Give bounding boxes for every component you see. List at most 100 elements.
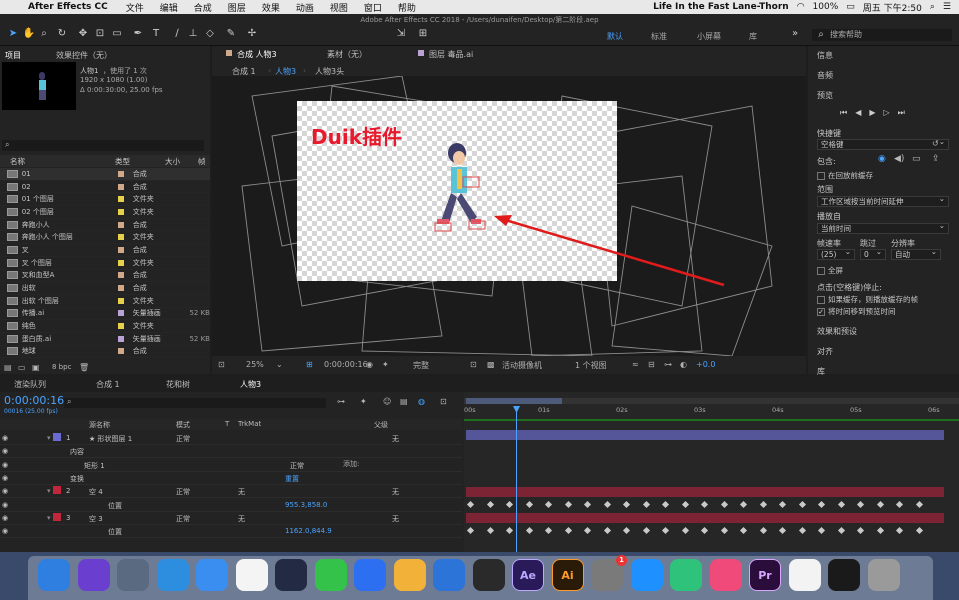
dock-trash-icon[interactable] [867,559,900,591]
motion-blur-icon[interactable]: ◍ [418,397,425,406]
keyframe[interactable] [700,526,709,535]
snapshot-icon[interactable]: ◉ [366,360,373,369]
keyframe[interactable] [798,526,806,535]
timeline-icon[interactable]: ⊟ [648,360,655,369]
expand-arrow-icon[interactable]: ▾ [47,487,51,495]
project-item[interactable]: 02 个图层 文件夹 [0,206,210,219]
dock-launchpad-icon[interactable] [117,559,149,591]
project-item[interactable]: 叉 个图层 文件夹 [0,257,210,270]
menu-layer[interactable]: 图层 [220,1,254,14]
item-label-color[interactable] [117,183,124,190]
item-label-color[interactable] [117,170,124,177]
puppet-tool-icon[interactable]: ✢ [245,27,259,41]
work-area-range[interactable] [466,398,562,404]
include-overlays-icon[interactable]: ▭ [912,154,921,164]
layer-name[interactable]: 内容 [70,447,84,457]
item-label-color[interactable] [117,246,124,253]
keyframe[interactable] [583,526,592,535]
col-trkmat[interactable]: TrkMat [238,420,261,428]
col-type[interactable]: 类型 [115,156,130,167]
item-label-color[interactable] [117,208,124,215]
keyframe[interactable] [817,500,826,509]
workspace-default[interactable]: 默认 [607,31,623,42]
project-item[interactable]: 传播.ai 矢量插画 52 KB [0,308,210,321]
layer-mode[interactable]: 正常 [176,514,190,524]
keyframe[interactable] [720,500,728,509]
dock-keynote-icon[interactable] [433,559,465,591]
zoom-tool-icon[interactable]: ⌕ [37,27,51,41]
dock-preferences-icon[interactable]: 1 [591,555,627,591]
trash-icon[interactable]: 🗑 [79,363,89,372]
item-label-color[interactable] [117,310,124,317]
menu-animation[interactable]: 动画 [288,1,322,14]
item-label-color[interactable] [117,272,124,279]
keyframe[interactable] [876,526,884,535]
dock-itunes-icon[interactable] [709,559,742,591]
grid-toggle-icon[interactable]: ⊞ [306,360,313,369]
dock-wechat-icon[interactable] [314,559,347,591]
keyframe[interactable] [486,500,494,509]
always-preview-icon[interactable]: ⊡ [218,360,225,369]
col-mode[interactable]: 模式 [176,420,190,430]
project-item[interactable]: 奔跑小人 个图层 文件夹 [0,231,210,245]
spotlight-icon[interactable]: ⌕ [930,2,935,12]
keyframe[interactable] [583,500,592,509]
clock[interactable]: 周五 下午2:50 [863,1,922,14]
layer-color-label[interactable] [53,486,61,495]
col-size[interactable]: 大小 [165,156,180,167]
keyframe[interactable] [505,526,514,535]
panel-audio[interactable]: 音频 [817,70,833,81]
keyframe[interactable] [681,526,689,535]
layer-bar-null4[interactable] [466,487,944,497]
keyframe[interactable] [486,526,494,535]
layer-name[interactable]: 变换 [70,474,84,484]
keyframe[interactable] [642,526,650,535]
expand-arrow-icon[interactable]: ▾ [47,434,51,442]
clone-stamp-tool-icon[interactable]: ⊥ [186,27,200,41]
eye-icon[interactable]: ◉ [2,527,8,535]
layer-trkmat[interactable]: 无 [238,514,245,524]
col-frame[interactable]: 帧 [198,156,206,167]
dock-appstore-icon[interactable] [630,559,663,591]
shy-icon[interactable]: ☺ [383,397,391,406]
project-item[interactable]: 01 个图层 文件夹 [0,193,210,207]
layer-trkmat[interactable]: 无 [238,487,245,497]
dock-pr-icon[interactable]: Pr [749,559,781,591]
camera-tool-icon[interactable]: ✥ [76,27,90,41]
workspace-menu-icon[interactable]: » [788,27,802,41]
keyframe[interactable] [603,526,611,535]
work-area-bar[interactable] [464,398,959,404]
eye-icon[interactable]: ◉ [2,501,8,509]
cache-before-checkbox[interactable]: 在回放前缓存 [817,170,873,181]
keyframe[interactable] [759,526,767,535]
views-select[interactable]: 1 个视图 [575,360,607,371]
keyframe[interactable] [466,500,475,509]
time-ruler[interactable]: 00s 01s 02s 03s 04s 05s 06s [464,406,959,418]
eye-icon[interactable]: ◉ [2,514,8,522]
keyframe[interactable] [505,500,514,509]
fps-select[interactable]: (25) [817,247,855,260]
panel-preview[interactable]: 预览 [817,90,833,101]
expand-arrow-icon[interactable]: ▾ [47,514,51,522]
rotate-tool-icon[interactable]: ↻ [55,27,69,41]
flowchart-icon[interactable]: ⊶ [664,360,672,369]
keyframe[interactable] [739,526,748,535]
transparency-grid-icon[interactable]: ▩ [487,360,495,369]
item-label-color[interactable] [117,285,124,292]
keyframe[interactable] [915,526,923,535]
item-label-color[interactable] [117,259,124,266]
dock-sketch-icon[interactable] [393,559,426,591]
workspace-library[interactable]: 库 [749,31,757,42]
export-icon[interactable]: ⇪ [932,154,940,164]
project-item[interactable]: 奔跑小人 合成 [0,219,210,232]
item-label-color[interactable] [117,234,124,241]
interpret-footage-icon[interactable]: ▤ [4,363,12,372]
shortcut-select[interactable]: 空格键 [817,137,949,150]
new-folder-icon[interactable]: ▭ [18,363,26,372]
selection-tool-icon[interactable]: ➤ [6,27,20,41]
dock-qqmusic-icon[interactable] [670,559,702,591]
layer-mode[interactable]: 955.3,858.0 [285,501,327,509]
keyframe[interactable] [778,500,787,509]
keyframe[interactable] [837,526,845,535]
project-item[interactable]: 出软 个图层 文件夹 [0,295,210,308]
